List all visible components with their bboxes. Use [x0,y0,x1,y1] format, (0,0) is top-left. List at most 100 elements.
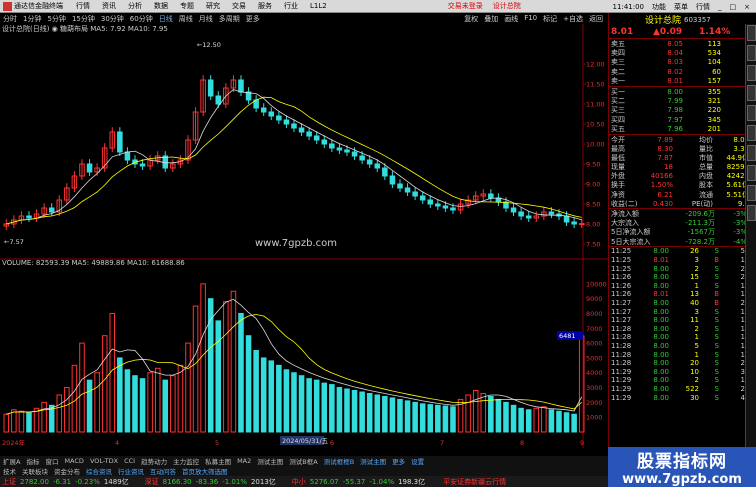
candle [525,215,532,219]
indicator-tab[interactable]: 趋势动力 [138,456,170,466]
ask-row[interactable]: 卖一 8.01 157 [609,77,756,86]
candle [450,207,456,211]
period-tab[interactable]: 月线 [196,14,216,24]
period-tab[interactable]: 分时 [0,14,20,24]
side-button[interactable] [746,205,756,221]
minimize-icon[interactable]: _ [714,3,726,11]
stock-label[interactable]: 设计总院 [488,1,526,11]
menu-item[interactable]: 行业 [278,1,304,11]
low-label: ←7.57 [4,238,24,246]
ask-row[interactable]: 卖二 8.02 60 [609,67,756,76]
info-tab[interactable]: 技术 [0,466,19,476]
flow-pct: -3% [733,210,747,218]
trade-login-label[interactable]: 交易未登录 [443,1,488,11]
ask-row[interactable]: 卖三 8.03 104 [609,58,756,67]
info-tab[interactable]: 互动问答 [147,466,179,476]
index-zx-amount: 198.3亿 [398,477,426,486]
menu-item[interactable]: 资讯 [96,1,122,11]
ask-row[interactable]: 卖四 8.04 534 [609,48,756,57]
toolbar-button[interactable]: 叠加 [481,14,501,24]
menu-item[interactable]: L1L2 [304,2,333,10]
index-sh-name[interactable]: 上证 [0,477,18,487]
toolbar-button[interactable]: 画线 [501,14,521,24]
indicator-tab[interactable]: 私募主图 [202,456,234,466]
bid-row[interactable]: 买五 7.96 201 [609,125,756,134]
indicator-tab[interactable]: 测试B框A [286,456,320,466]
book-volume: 220 [707,106,721,115]
side-button[interactable] [746,145,756,161]
indicator-tab[interactable]: 主力监控 [170,456,202,466]
indicator-tab[interactable]: 更多 [389,456,408,466]
menu-item[interactable]: 专题 [174,1,200,11]
menu-item[interactable]: 服务 [252,1,278,11]
side-button[interactable] [746,25,756,41]
tick-time: 11:27 [611,316,632,325]
candle [518,211,524,217]
menu-item[interactable]: 行情 [70,1,96,11]
period-tab[interactable]: 1分钟 [20,14,44,24]
indicator-tab[interactable]: 设置 [408,456,427,466]
side-button[interactable] [746,185,756,201]
indicator-tab[interactable]: 测试主图 [357,456,389,466]
side-button[interactable] [746,125,756,141]
period-tab[interactable]: 5分钟 [44,14,68,24]
indicator-tab[interactable]: 指标 [23,456,42,466]
indicator-tab[interactable]: MA2 [234,457,254,465]
candle [382,167,388,177]
info-tab[interactable]: 首页放大筛选图 [179,466,231,476]
close-icon[interactable]: × [740,3,754,11]
menu-item[interactable]: 分析 [122,1,148,11]
toolbar-button[interactable]: 复权 [461,14,481,24]
volume-bar [230,290,237,433]
ask-row[interactable]: 卖五 8.05 113 [609,39,756,48]
period-tab[interactable]: 更多 [243,14,263,24]
period-tab[interactable]: 60分钟 [127,14,156,24]
side-button[interactable] [746,165,756,181]
indicator-tab[interactable]: MACD [61,457,86,465]
toolbar-button[interactable]: F10 [521,14,540,24]
index-zx-name[interactable]: 中小 [290,477,308,487]
info-tab[interactable]: 综合资讯 [83,466,115,476]
toolbar-button[interactable]: 返回 [586,14,606,24]
tick-side: S [714,359,719,368]
tick-side: S [714,367,719,376]
side-button[interactable] [746,85,756,101]
menu-item[interactable]: 研究 [200,1,226,11]
period-tab[interactable]: 15分钟 [69,14,98,24]
price-axis-label: 11.00 [586,101,605,109]
function-menu[interactable]: 功能 [648,2,670,12]
info-tab[interactable]: 关联板块 [19,466,51,476]
flow-pct: -3% [733,228,747,237]
period-tab-selected[interactable]: 日线 [156,14,176,24]
indicator-tab[interactable]: CCI [121,457,138,465]
bid-row[interactable]: 买二 7.99 321 [609,96,756,105]
index-sz-name[interactable]: 深证 [143,477,161,487]
toolbar-button[interactable]: 标记 [540,14,560,24]
period-tab[interactable]: 周线 [176,14,196,24]
indicator-tab[interactable]: 测试框框B [321,456,357,466]
candlestick-chart[interactable]: 12.00 11.50 11.00 10.50 10.00 9.50 9.00 8.50 8.0… [0,24,608,448]
side-button[interactable] [746,65,756,81]
indicator-tab[interactable]: 扩展A [0,456,23,466]
indicator-tab[interactable]: 窗口 [42,456,61,466]
period-tab[interactable]: 多周期 [216,14,243,24]
menu-item[interactable]: 数据 [148,1,174,11]
maximize-icon[interactable]: □ [726,3,741,11]
main-menu[interactable]: 菜单 [670,2,692,12]
indicator-tab[interactable]: 测试主图 [254,456,286,466]
indicator-tab[interactable]: VOL-TDX [87,457,121,465]
menu-item[interactable]: 交易 [226,1,252,11]
info-tab[interactable]: 资金分布 [51,466,83,476]
toolbar-button[interactable]: +自选 [560,14,586,24]
quote-menu[interactable]: 行情 [692,2,714,12]
info-tab[interactable]: 行业资讯 [115,466,147,476]
bid-row[interactable]: 买三 7.98 220 [609,106,756,115]
tick-count: 2 [740,264,745,273]
bid-row[interactable]: 买四 7.97 345 [609,115,756,124]
side-button[interactable] [746,105,756,121]
tick-volume: 26 [690,247,699,256]
candle [276,115,282,121]
side-button[interactable] [746,45,756,61]
bid-row[interactable]: 买一 8.00 355 [609,87,756,96]
period-tab[interactable]: 30分钟 [98,14,127,24]
